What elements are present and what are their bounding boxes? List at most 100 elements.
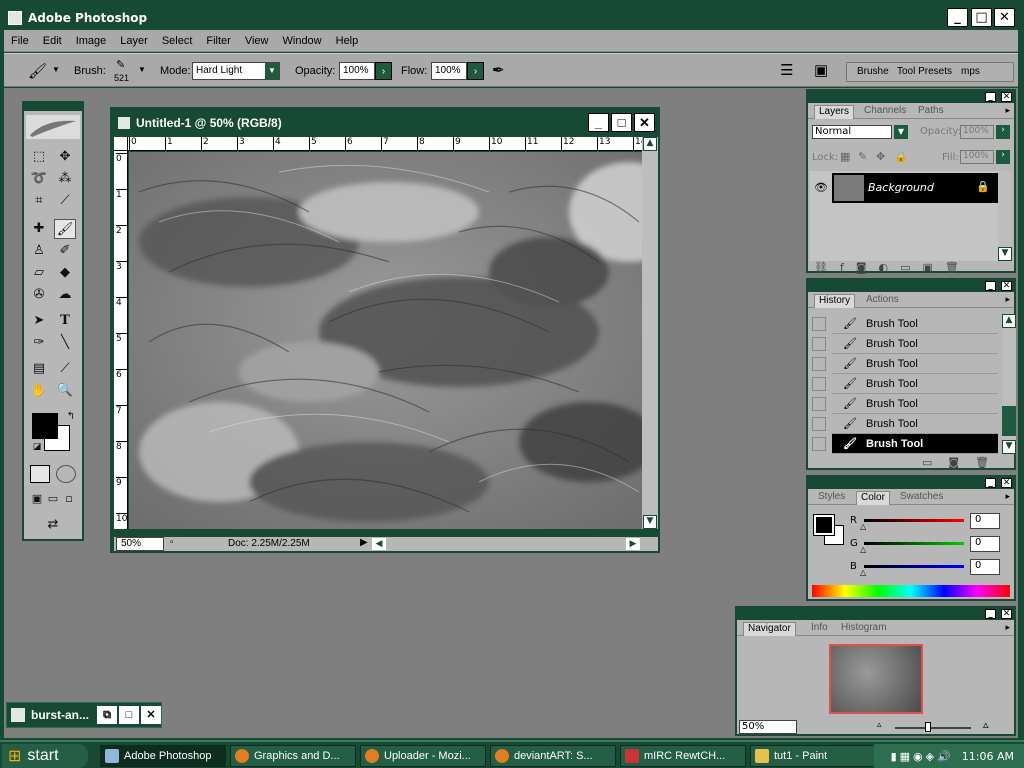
default-colors-icon[interactable]: ◪ — [26, 437, 48, 457]
zoom-tool-icon[interactable]: 🔍 — [54, 381, 76, 401]
layers-scrollbar[interactable]: ▼ — [998, 171, 1012, 261]
layer-opacity-field[interactable]: 100% — [960, 125, 994, 139]
marquee-tool-icon[interactable]: ⬚ — [28, 147, 50, 167]
history-scrollbar[interactable]: ▲ ▼ — [1002, 314, 1016, 454]
hand-tool-icon[interactable]: ✋ — [28, 381, 50, 401]
lock-image-icon[interactable]: ✎ — [858, 150, 867, 163]
color-ramp[interactable] — [812, 585, 1010, 597]
blend-mode-select[interactable]: Normal — [812, 125, 892, 139]
preset-dropdown-icon[interactable]: ▼ — [52, 65, 60, 74]
b-value-field[interactable]: 0 — [970, 559, 1000, 575]
history-item[interactable]: 🖌 Brush Tool — [832, 434, 998, 454]
brush-tool-preset-icon[interactable]: 🖌 — [28, 62, 47, 80]
taskbar-paint[interactable]: tut1 - Paint — [750, 745, 876, 767]
navigator-panel-titlebar[interactable]: _ ✕ — [737, 608, 1014, 620]
swap-colors-icon[interactable]: ↰ — [60, 407, 82, 427]
lasso-tool-icon[interactable]: ➰ — [28, 169, 50, 189]
flow-field[interactable]: 100% — [431, 62, 467, 80]
history-item[interactable]: 🖌 Brush Tool — [832, 334, 998, 354]
standard-mode-icon[interactable] — [30, 465, 50, 483]
crop-tool-icon[interactable]: ⌗ — [28, 191, 50, 211]
quick-mask-mode-icon[interactable] — [56, 465, 76, 483]
history-snapshot-checkbox[interactable] — [812, 437, 826, 451]
move-tool-icon[interactable]: ✥ — [54, 147, 76, 167]
lock-transparency-icon[interactable]: ▦ — [840, 150, 850, 163]
tab-color[interactable]: Color — [856, 491, 890, 505]
healing-brush-tool-icon[interactable]: ✚ — [28, 219, 50, 239]
brush-tip-icon[interactable]: ✎ — [116, 58, 125, 71]
minimized-close-button[interactable]: ✕ — [141, 706, 161, 724]
layers-scroll-down-icon[interactable]: ▼ — [998, 247, 1012, 261]
layers-panel-close-button[interactable]: ✕ — [1001, 92, 1012, 102]
menu-filter[interactable]: Filter — [199, 35, 237, 47]
path-selection-tool-icon[interactable]: ➤ — [28, 311, 50, 331]
file-browser-icon[interactable]: ☰ — [780, 61, 793, 79]
history-snapshot-checkbox[interactable] — [812, 337, 826, 351]
slice-tool-icon[interactable]: ⟋ — [54, 191, 76, 211]
scroll-down-icon[interactable]: ▼ — [643, 515, 657, 529]
layer-row-background[interactable]: Background 🔒 — [832, 173, 998, 203]
document-vertical-scrollbar[interactable]: ▲ ▼ — [642, 137, 658, 529]
lock-position-icon[interactable]: ✥ — [876, 150, 885, 163]
palette-well-icon[interactable]: ▣ — [814, 61, 828, 79]
title-bar[interactable]: Adobe Photoshop _ □ ✕ — [4, 6, 1018, 30]
minimized-document[interactable]: burst-an... ⧉ □ ✕ — [6, 702, 162, 728]
history-snapshot-checkbox[interactable] — [812, 397, 826, 411]
navigator-panel-menu-icon[interactable]: ▸ — [1005, 622, 1010, 633]
opacity-field[interactable]: 100% — [339, 62, 375, 80]
eyedropper-tool-icon[interactable]: ⟋ — [54, 359, 76, 379]
brush-dropdown-icon[interactable]: ▼ — [138, 65, 146, 74]
menu-file[interactable]: File — [4, 35, 36, 47]
history-footer-icons[interactable]: ▭◙🗑 — [922, 456, 1005, 469]
color-panel-menu-icon[interactable]: ▸ — [1005, 491, 1010, 502]
menu-layer[interactable]: Layer — [113, 35, 155, 47]
b-slider-thumb-icon[interactable]: △ — [860, 568, 866, 577]
history-snapshot-checkbox[interactable] — [812, 357, 826, 371]
scroll-right-icon[interactable]: ▶ — [626, 538, 640, 550]
well-tab-brushes[interactable]: Brushe — [857, 66, 889, 77]
color-foreground-swatch[interactable] — [813, 514, 835, 536]
history-item[interactable]: 🖌 Brush Tool — [832, 394, 998, 414]
layers-panel-menu-icon[interactable]: ▸ — [1005, 105, 1010, 116]
tab-histogram[interactable]: Histogram — [837, 622, 891, 636]
tab-styles[interactable]: Styles — [814, 491, 849, 505]
eraser-tool-icon[interactable]: ▱ — [28, 263, 50, 283]
r-slider[interactable] — [864, 519, 964, 522]
history-snapshot-checkbox[interactable] — [812, 377, 826, 391]
navigator-panel-minimize-button[interactable]: _ — [985, 609, 996, 619]
menu-window[interactable]: Window — [276, 35, 329, 47]
layer-opacity-slider-button[interactable]: › — [996, 125, 1010, 139]
foreground-color-swatch[interactable] — [32, 413, 58, 439]
image-canvas[interactable] — [129, 152, 642, 529]
taskbar-photoshop[interactable]: Adobe Photoshop — [100, 745, 226, 767]
layer-visibility-eye-icon[interactable]: 👁 — [814, 181, 828, 194]
history-brush-tool-icon[interactable]: ✐ — [54, 241, 76, 261]
tab-channels[interactable]: Channels — [860, 105, 910, 119]
lock-all-icon[interactable]: 🔒 — [894, 150, 908, 163]
mode-select[interactable]: Hard Light ▼ — [192, 62, 280, 80]
zoom-in-icon[interactable]: ▵ — [983, 718, 989, 731]
jump-to-imageready-icon[interactable]: ⇄ — [32, 515, 74, 535]
type-tool-icon[interactable]: T — [54, 311, 76, 331]
menu-edit[interactable]: Edit — [36, 35, 69, 47]
navigator-preview[interactable] — [829, 644, 923, 714]
opacity-slider-button[interactable]: › — [375, 62, 392, 80]
menu-select[interactable]: Select — [155, 35, 200, 47]
minimize-button[interactable]: _ — [947, 8, 968, 27]
tab-history[interactable]: History — [814, 294, 856, 308]
history-scroll-up-icon[interactable]: ▲ — [1002, 314, 1016, 328]
history-panel-close-button[interactable]: ✕ — [1001, 281, 1012, 291]
fill-field[interactable]: 100% — [960, 150, 994, 164]
minimized-restore-button[interactable]: ⧉ — [97, 706, 117, 724]
brush-tool-icon[interactable]: 🖌 — [54, 219, 76, 239]
status-menu-arrow-icon[interactable]: ▶ — [360, 537, 368, 548]
zoom-slider[interactable] — [895, 727, 971, 729]
zoom-slider-thumb[interactable] — [925, 722, 931, 732]
toolbox-titlebar[interactable] — [24, 103, 82, 111]
b-slider[interactable] — [864, 565, 964, 568]
tab-swatches[interactable]: Swatches — [896, 491, 947, 505]
tab-navigator[interactable]: Navigator — [743, 622, 796, 636]
r-value-field[interactable]: 0 — [970, 513, 1000, 529]
tray-icons[interactable]: ▮▦◉◈🔊 — [891, 750, 954, 763]
color-panel-close-button[interactable]: ✕ — [1001, 478, 1012, 488]
